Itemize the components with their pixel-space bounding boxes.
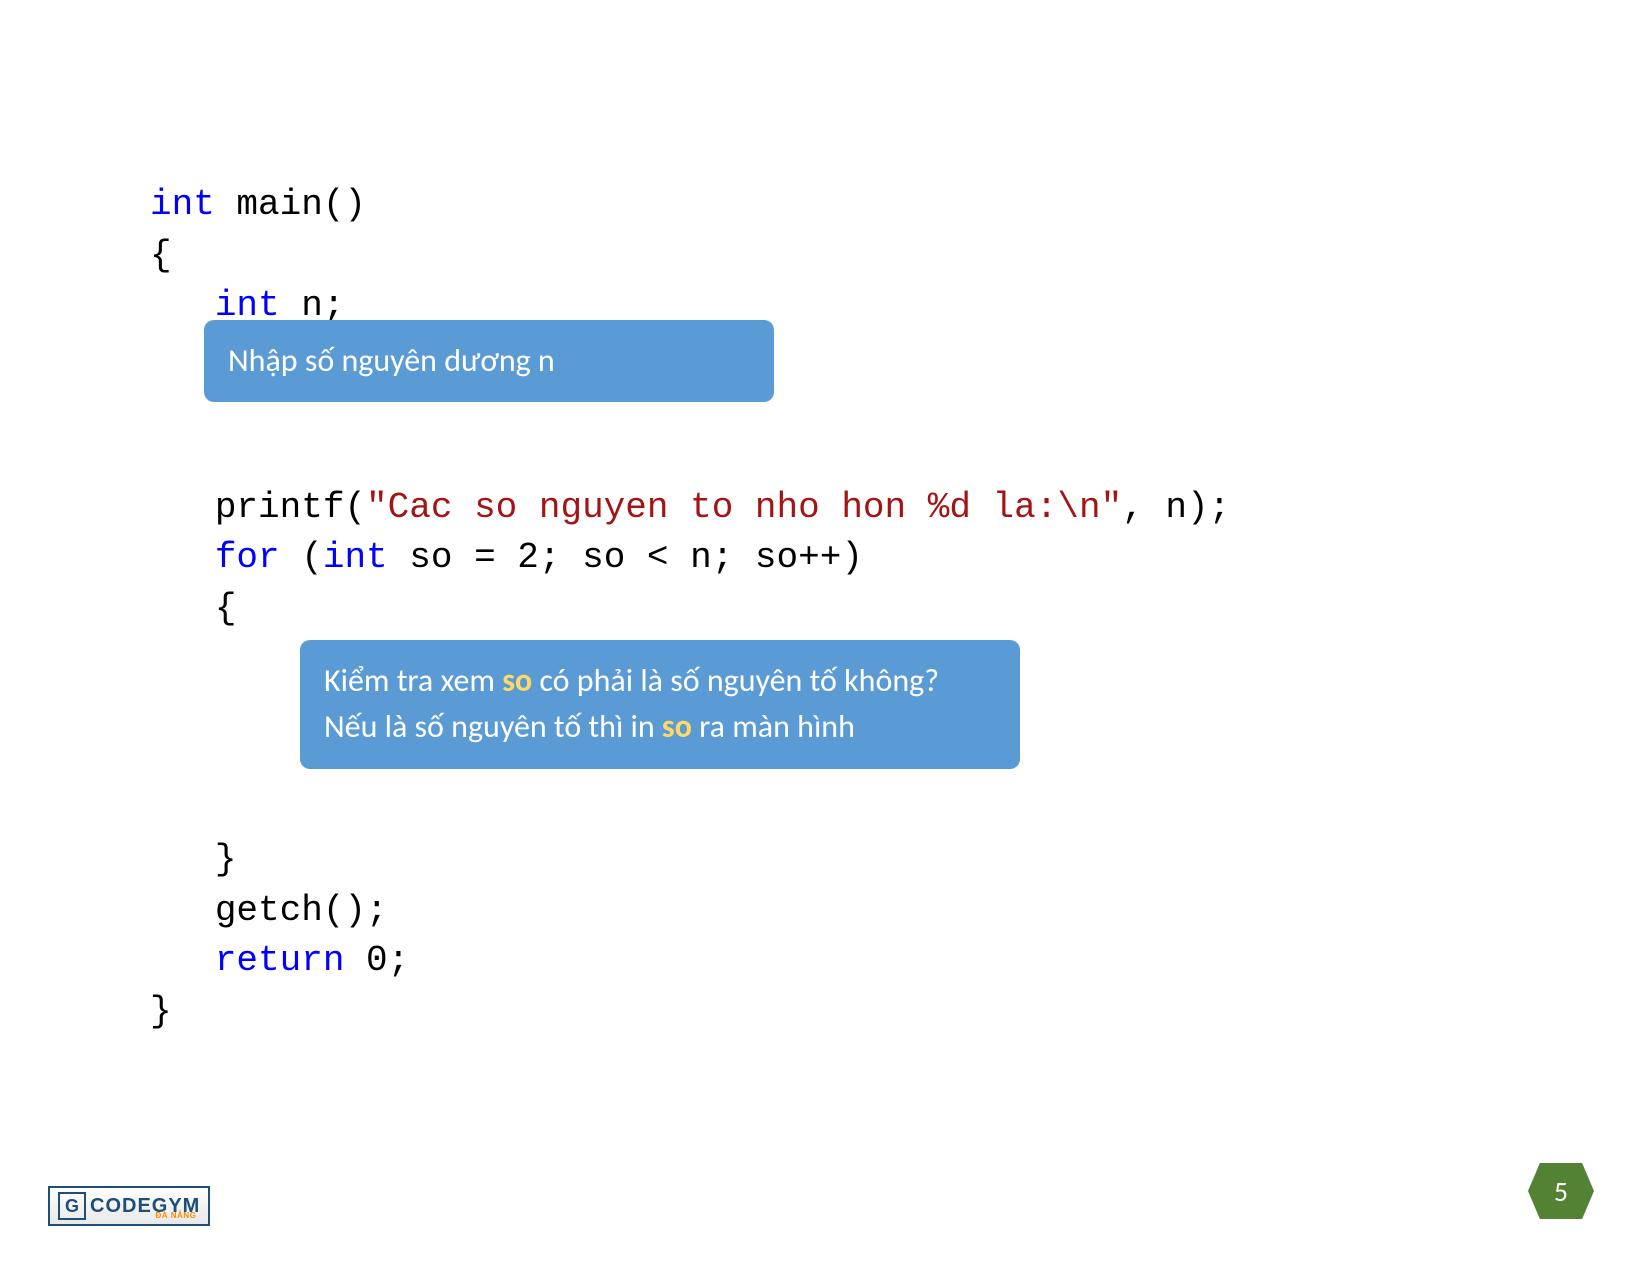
annotation-line: Nếu là số nguyên tố thì in so ra màn hìn… bbox=[324, 704, 996, 750]
code-text: so = 2; so < n; so++) bbox=[388, 537, 863, 578]
logo-icon-letter: G bbox=[65, 1196, 79, 1217]
page-number-badge: 5 bbox=[1528, 1163, 1594, 1219]
annotation-text: Kiểm tra xem bbox=[324, 661, 502, 700]
annotation-text: ra màn hình bbox=[692, 707, 855, 746]
code-text: getch(); bbox=[215, 890, 388, 931]
code-text: 0; bbox=[344, 940, 409, 981]
highlight-variable: so bbox=[502, 661, 532, 700]
code-text: , n); bbox=[1122, 487, 1230, 528]
logo: G CODEGYM ĐÀ NẴNG bbox=[48, 1186, 210, 1226]
code-text: } bbox=[150, 991, 172, 1032]
code-text: { bbox=[150, 235, 172, 276]
annotation-text: Nếu là số nguyên tố thì in bbox=[324, 707, 662, 746]
annotation-text: Nhập số nguyên dương n bbox=[228, 341, 555, 380]
keyword-int: int bbox=[150, 184, 215, 225]
code-indent bbox=[150, 285, 215, 326]
code-text: } bbox=[215, 839, 237, 880]
code-indent bbox=[150, 839, 215, 880]
logo-subtitle: ĐÀ NẴNG bbox=[156, 1211, 197, 1220]
highlight-variable: so bbox=[662, 707, 692, 746]
code-text: printf( bbox=[215, 487, 366, 528]
code-text: main() bbox=[215, 184, 366, 225]
code-indent bbox=[150, 890, 215, 931]
keyword-return: return bbox=[215, 940, 345, 981]
annotation-text: có phải là số nguyên tố không? bbox=[532, 661, 939, 700]
code-text: ( bbox=[280, 537, 323, 578]
code-indent bbox=[150, 588, 215, 629]
code-text: { bbox=[215, 588, 237, 629]
annotation-box-input: Nhập số nguyên dương n bbox=[204, 320, 774, 402]
annotation-line: Kiểm tra xem so có phải là số nguyên tố … bbox=[324, 658, 996, 704]
logo-text-wrap: CODEGYM ĐÀ NẴNG bbox=[90, 1195, 200, 1218]
string-literal: "Cac so nguyen to nho hon %d la:\n" bbox=[366, 487, 1122, 528]
keyword-for: for bbox=[215, 537, 280, 578]
annotation-box-check: Kiểm tra xem so có phải là số nguyên tố … bbox=[300, 640, 1020, 769]
keyword-int: int bbox=[323, 537, 388, 578]
code-indent bbox=[150, 940, 215, 981]
code-indent bbox=[150, 487, 215, 528]
page-number: 5 bbox=[1554, 1174, 1568, 1209]
code-indent bbox=[150, 537, 215, 578]
code-block: int main() { int n; printf("Cac so nguye… bbox=[150, 130, 1499, 1037]
logo-icon: G bbox=[58, 1192, 86, 1220]
slide: int main() { int n; printf("Cac so nguye… bbox=[0, 0, 1649, 1274]
